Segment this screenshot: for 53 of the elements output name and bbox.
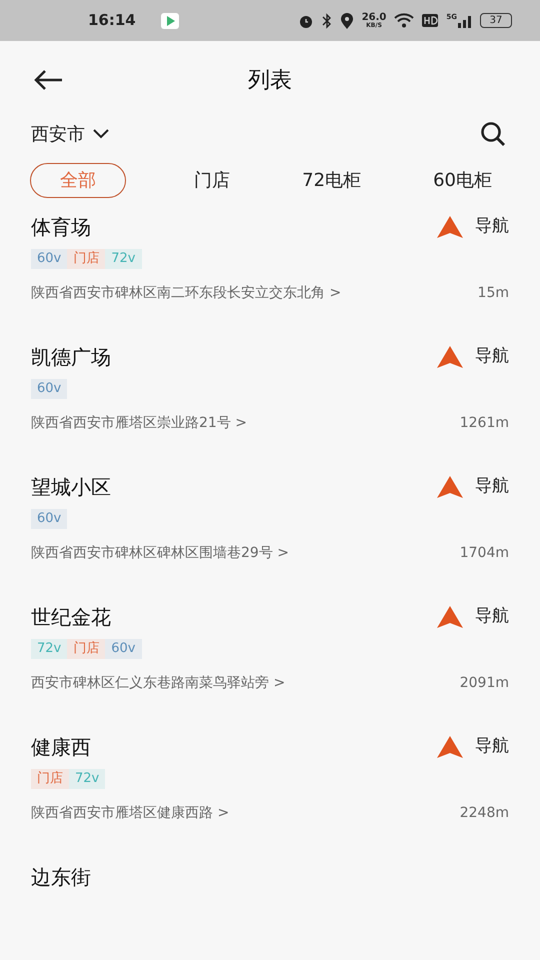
station-name: 凯德广场 bbox=[31, 344, 111, 371]
hd-icon bbox=[422, 14, 438, 27]
tag: 60v bbox=[31, 509, 68, 529]
tag: 60v bbox=[105, 639, 142, 659]
station-name: 健康西 bbox=[31, 734, 91, 761]
navigation-arrow-icon bbox=[437, 346, 463, 368]
bluetooth-icon bbox=[322, 12, 332, 28]
chevron-down-icon bbox=[93, 129, 109, 139]
search-icon[interactable] bbox=[480, 121, 506, 147]
navigate-button[interactable]: 导航 bbox=[437, 344, 509, 370]
back-icon[interactable] bbox=[33, 69, 63, 91]
station-distance: 1704m bbox=[460, 544, 509, 563]
city-selector[interactable]: 西安市 bbox=[31, 120, 109, 148]
navigation-arrow-icon bbox=[437, 606, 463, 628]
filter-tab[interactable]: 门店 bbox=[190, 162, 234, 198]
navigation-arrow-icon bbox=[437, 216, 463, 238]
station-address[interactable]: 陕西省西安市雁塔区健康西路 > bbox=[31, 803, 230, 824]
station-distance: 2091m bbox=[460, 674, 509, 693]
tag: 60v bbox=[31, 249, 68, 269]
tag: 60v bbox=[31, 379, 68, 399]
station-distance: 1261m bbox=[460, 414, 509, 433]
station-address[interactable]: 西安市碑林区仁义东巷路南菜鸟驿站旁 > bbox=[31, 673, 286, 694]
navigation-arrow-icon bbox=[437, 736, 463, 758]
app-icon bbox=[160, 12, 179, 28]
station-address[interactable]: 陕西省西安市雁塔区崇业路21号 > bbox=[31, 413, 247, 434]
filter-tab[interactable]: 72电柜 bbox=[298, 162, 366, 198]
tag: 72v bbox=[69, 769, 106, 789]
station-address[interactable]: 陕西省西安市碑林区碑林区围墙巷29号 > bbox=[31, 543, 289, 564]
wifi-icon bbox=[394, 13, 414, 28]
battery-indicator: 37 bbox=[480, 13, 512, 28]
filter-tab[interactable]: 60电柜 bbox=[429, 162, 496, 198]
tag: 门店 bbox=[67, 639, 106, 659]
status-time: 16:14 bbox=[88, 10, 136, 32]
station-distance: 2248m bbox=[460, 804, 509, 823]
navigate-button[interactable]: 导航 bbox=[437, 604, 509, 630]
location-icon bbox=[340, 12, 354, 28]
navigation-arrow-icon bbox=[437, 476, 463, 498]
tag: 72v bbox=[31, 639, 68, 659]
tag: 72v bbox=[105, 249, 142, 269]
tag: 门店 bbox=[31, 769, 69, 789]
station-name: 世纪金花 bbox=[31, 604, 111, 631]
station-name: 望城小区 bbox=[31, 474, 111, 501]
navigate-button[interactable]: 导航 bbox=[437, 474, 509, 500]
station-name: 边东街 bbox=[31, 864, 91, 891]
tag: 门店 bbox=[67, 249, 106, 269]
navigate-button[interactable]: 导航 bbox=[437, 734, 509, 760]
signal-icon bbox=[458, 14, 472, 28]
navigate-button[interactable]: 导航 bbox=[437, 214, 509, 240]
station-distance: 15m bbox=[478, 284, 509, 303]
station-address[interactable]: 陕西省西安市碑林区南二环东段长安立交东北角 > bbox=[31, 283, 342, 304]
page-title: 列表 bbox=[248, 66, 292, 94]
network-speed: 26.0 bbox=[362, 12, 386, 22]
station-name: 体育场 bbox=[31, 214, 91, 241]
